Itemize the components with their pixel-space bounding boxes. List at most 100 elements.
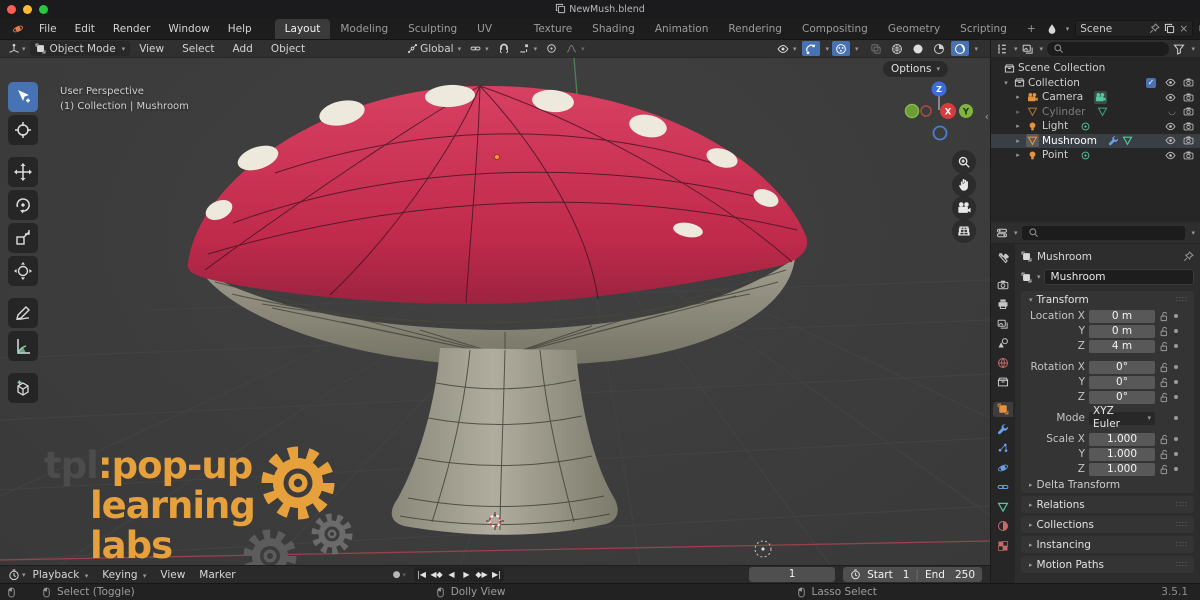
menu-edit[interactable]: Edit	[66, 23, 104, 35]
animate-dot[interactable]	[1174, 395, 1178, 399]
transform-orientation-selector[interactable]: Global ▾	[404, 41, 464, 56]
3d-viewport[interactable]: User Perspective (1) Collection | Mushro…	[0, 58, 990, 565]
cursor-tool[interactable]	[8, 115, 38, 145]
tab-material[interactable]	[993, 519, 1013, 534]
editor-type-3d-viewport-icon[interactable]	[8, 43, 20, 55]
disable-render-icon[interactable]	[1183, 150, 1194, 161]
location-x-field[interactable]: 0 m	[1089, 310, 1155, 323]
camera-view-button[interactable]	[952, 196, 976, 220]
transform-panel-header[interactable]: ▾ Transform ∷∷	[1021, 291, 1194, 308]
collapse-icon[interactable]: ▾	[1001, 79, 1011, 87]
tab-render[interactable]	[993, 277, 1013, 292]
panel-grip-icon[interactable]: ∷∷	[1176, 295, 1188, 304]
point-light-object[interactable]	[755, 541, 771, 557]
pin-icon[interactable]	[1149, 23, 1160, 34]
rotation-x-field[interactable]: 0°	[1089, 361, 1155, 374]
dropdown-icon[interactable]: ▾	[825, 45, 829, 53]
workspace-tab-layout[interactable]: Layout	[275, 19, 331, 39]
animate-dot[interactable]	[1174, 452, 1178, 456]
dropdown-icon[interactable]: ▾	[1191, 229, 1195, 237]
hidden-eye-icon[interactable]: ◡	[1168, 107, 1176, 117]
animate-dot[interactable]	[1174, 365, 1178, 369]
lock-icon[interactable]	[1159, 392, 1170, 403]
panel-grip-icon[interactable]: ∷∷	[1176, 540, 1188, 549]
disable-render-icon[interactable]	[1183, 135, 1194, 146]
pan-view-button[interactable]	[952, 173, 976, 197]
motion-paths-panel-header[interactable]: ▸Motion Paths∷∷	[1021, 556, 1194, 573]
workspace-tab-scripting[interactable]: Scripting	[950, 19, 1017, 39]
display-mode-icon[interactable]	[1022, 43, 1034, 55]
falloff-selector[interactable]: ▾	[563, 41, 588, 56]
tab-particles[interactable]	[993, 441, 1013, 456]
expand-icon[interactable]: ▸	[1013, 151, 1023, 159]
object-name-input[interactable]: Mushroom	[1044, 269, 1194, 285]
editor-type-timeline-icon[interactable]	[8, 569, 20, 581]
relations-panel-header[interactable]: ▸Relations∷∷	[1021, 496, 1194, 513]
shading-material-preview-button[interactable]	[930, 41, 948, 56]
workspace-tab-compositing[interactable]: Compositing	[792, 19, 878, 39]
tab-view-layer[interactable]	[993, 316, 1013, 331]
expand-icon[interactable]: ▸	[1013, 122, 1023, 130]
transform-tool[interactable]	[8, 256, 38, 286]
lock-icon[interactable]	[1159, 434, 1170, 445]
previous-keyframe-button[interactable]: ◀◆	[429, 570, 444, 579]
shading-solid-button[interactable]	[909, 41, 927, 56]
location-z-field[interactable]: 4 m	[1089, 340, 1155, 353]
play-reverse-button[interactable]: ◀	[444, 570, 459, 579]
animate-dot[interactable]	[1174, 329, 1178, 333]
pin-icon[interactable]	[1183, 251, 1194, 262]
disable-render-icon[interactable]	[1183, 121, 1194, 132]
lock-icon[interactable]	[1159, 311, 1170, 322]
lock-icon[interactable]	[1159, 362, 1170, 373]
workspace-tab-geometry-nodes[interactable]: Geometry Nodes	[878, 19, 950, 39]
scene-datablock-icon[interactable]	[1046, 23, 1058, 35]
tab-tool[interactable]	[993, 250, 1013, 265]
disable-render-icon[interactable]	[1183, 106, 1194, 117]
panel-grip-icon[interactable]: ∷∷	[1176, 560, 1188, 569]
delta-transform-panel-header[interactable]: ▸ Delta Transform	[1021, 477, 1194, 493]
tab-output[interactable]	[993, 297, 1013, 312]
shading-wireframe-button[interactable]	[888, 41, 906, 56]
scale-tool[interactable]	[8, 223, 38, 253]
proportional-editing-toggle[interactable]	[543, 41, 560, 56]
menu-keying[interactable]: Keying ▾	[95, 569, 153, 581]
hide-eye-icon[interactable]	[1165, 77, 1176, 88]
tab-modifiers[interactable]	[993, 421, 1013, 436]
tab-object-data[interactable]	[993, 499, 1013, 514]
outliner-row-point[interactable]: ▸ Point	[991, 148, 1200, 163]
filter-icon[interactable]	[1173, 43, 1185, 55]
snap-toggle[interactable]	[495, 41, 513, 56]
outliner-search-input[interactable]	[1047, 42, 1169, 56]
animate-dot[interactable]	[1174, 380, 1178, 384]
dropdown-icon[interactable]: ▾	[402, 571, 406, 579]
scale-z-field[interactable]: 1.000	[1089, 463, 1155, 476]
tab-world[interactable]	[993, 355, 1013, 370]
workspace-tab-texture-paint[interactable]: Texture Paint	[524, 19, 582, 39]
lock-icon[interactable]	[1159, 377, 1170, 388]
menu-object[interactable]: Object	[262, 43, 314, 55]
scale-y-field[interactable]: 1.000	[1089, 448, 1155, 461]
animate-dot[interactable]	[1174, 314, 1178, 318]
hide-eye-icon[interactable]	[1165, 135, 1176, 146]
collections-panel-header[interactable]: ▸Collections∷∷	[1021, 516, 1194, 533]
annotate-tool[interactable]	[8, 298, 38, 328]
outliner-row-collection[interactable]: ▾ Collection ✓	[991, 76, 1200, 91]
editor-type-properties-icon[interactable]	[996, 227, 1008, 239]
animate-dot[interactable]	[1174, 437, 1178, 441]
pivot-point-selector[interactable]: ▾	[467, 41, 492, 56]
tab-object[interactable]	[993, 402, 1013, 417]
menu-view-timeline[interactable]: View	[153, 569, 192, 581]
current-frame-field[interactable]: 1	[749, 567, 835, 582]
expand-icon[interactable]: ▸	[1013, 108, 1023, 116]
disable-render-icon[interactable]	[1183, 77, 1194, 88]
start-frame-field[interactable]: Start 1	[867, 569, 909, 581]
animate-dot[interactable]	[1174, 416, 1178, 420]
zoom-view-button[interactable]	[952, 150, 976, 174]
rotate-tool[interactable]	[8, 190, 38, 220]
animate-dot[interactable]	[1174, 344, 1178, 348]
outliner-row-cylinder[interactable]: ▸ Cylinder ◡	[991, 105, 1200, 120]
panel-grip-icon[interactable]: ∷∷	[1176, 520, 1188, 529]
scale-x-field[interactable]: 1.000	[1089, 433, 1155, 446]
dropdown-icon[interactable]: ▾	[1191, 45, 1195, 53]
blender-logo-icon[interactable]	[12, 23, 24, 35]
